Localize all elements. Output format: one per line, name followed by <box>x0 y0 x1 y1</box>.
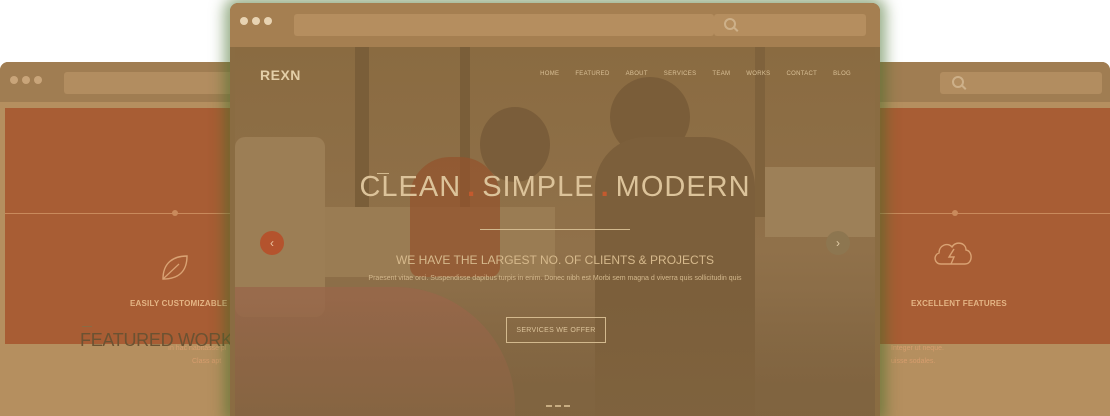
headline-divider <box>480 229 630 230</box>
headline-separator: . <box>467 171 477 203</box>
close-dot-icon[interactable] <box>10 76 18 84</box>
right-window-titlebar <box>860 62 1110 102</box>
feature-title: EXCELLENT FEATURES <box>911 299 1007 308</box>
connector-dot <box>172 210 178 216</box>
center-browser-window: REXN HOME FEATURED ABOUT SERVICES TEAM W… <box>230 3 880 416</box>
chevron-left-icon: ‹ <box>270 236 274 250</box>
maximize-dot-icon[interactable] <box>34 76 42 84</box>
nav-item-featured[interactable]: FEATURED <box>575 71 609 77</box>
slider-prev-button[interactable]: ‹ <box>260 231 284 255</box>
feature-text-line-2: uisse sodales. <box>891 358 936 365</box>
left-window-titlebar <box>0 62 250 102</box>
slider-indicators <box>546 405 570 407</box>
nav-item-contact[interactable]: CONTACT <box>786 71 817 77</box>
headline-separator: . <box>600 171 610 203</box>
hero-slider: REXN HOME FEATURED ABOUT SERVICES TEAM W… <box>235 47 875 416</box>
minimize-dot-icon[interactable] <box>22 76 30 84</box>
feature-panel: EASILY CUSTOMIZABLE In hac habitasse pl … <box>5 108 250 365</box>
window-controls <box>240 17 272 25</box>
feature-text-line-2: Class apt <box>192 358 222 365</box>
connector-dot <box>952 210 958 216</box>
nav-item-blog[interactable]: BLOG <box>833 71 851 77</box>
hero-body-text: Praesent vitae orci. Suspendisse dapibus… <box>368 275 742 282</box>
nav-item-services[interactable]: SERVICES <box>664 71 697 77</box>
hero-headline: CLEAN. SIMPLE. MODERN <box>235 171 875 204</box>
address-bar[interactable] <box>64 72 250 94</box>
heading-accent-line <box>82 326 92 327</box>
services-cta-button[interactable]: SERVICES WE OFFER <box>506 317 606 343</box>
address-bar[interactable] <box>940 72 1102 94</box>
nav-item-team[interactable]: TEAM <box>712 71 730 77</box>
connector-line <box>5 213 250 214</box>
slider-next-button[interactable]: › <box>826 231 850 255</box>
cloud-lightning-icon <box>934 242 972 265</box>
center-window-titlebar <box>230 3 880 47</box>
feature-panel: EXCELLENT FEATURES Integer ut neque. uis… <box>875 108 1110 365</box>
right-browser-window: EXCELLENT FEATURES Integer ut neque. uis… <box>860 62 1110 416</box>
leaf-icon <box>162 255 188 280</box>
maximize-dot-icon[interactable] <box>264 17 272 25</box>
nav-item-about[interactable]: ABOUT <box>626 71 648 77</box>
brand-logo[interactable]: REXN <box>260 67 301 83</box>
search-icon[interactable] <box>952 76 964 88</box>
featured-works-heading: FEATURED WORKS <box>80 330 245 350</box>
slide-indicator[interactable] <box>564 405 570 407</box>
minimize-dot-icon[interactable] <box>252 17 260 25</box>
nav-item-home[interactable]: HOME <box>540 71 559 77</box>
main-nav: HOME FEATURED ABOUT SERVICES TEAM WORKS … <box>540 71 851 77</box>
search-icon[interactable] <box>724 18 736 30</box>
window-controls <box>10 76 42 84</box>
nav-item-works[interactable]: WORKS <box>746 71 770 77</box>
photo-shade <box>235 297 875 416</box>
close-dot-icon[interactable] <box>240 17 248 25</box>
left-browser-window: EASILY CUSTOMIZABLE In hac habitasse pl … <box>0 62 250 416</box>
feature-title: EASILY CUSTOMIZABLE <box>130 299 228 308</box>
chevron-right-icon: › <box>836 236 840 250</box>
hero-subheading: WE HAVE THE LARGEST NO. OF CLIENTS & PRO… <box>395 253 715 267</box>
address-bar[interactable] <box>294 14 714 36</box>
headline-word: CLEAN <box>359 171 462 203</box>
slide-indicator[interactable] <box>546 405 552 407</box>
slide-indicator[interactable] <box>555 405 561 407</box>
headline-word: SIMPLE <box>482 171 595 203</box>
search-input[interactable] <box>714 14 866 36</box>
connector-line <box>875 213 1110 214</box>
feature-text-line-1: Integer ut neque. <box>891 345 944 352</box>
headline-word: MODERN <box>615 171 751 203</box>
